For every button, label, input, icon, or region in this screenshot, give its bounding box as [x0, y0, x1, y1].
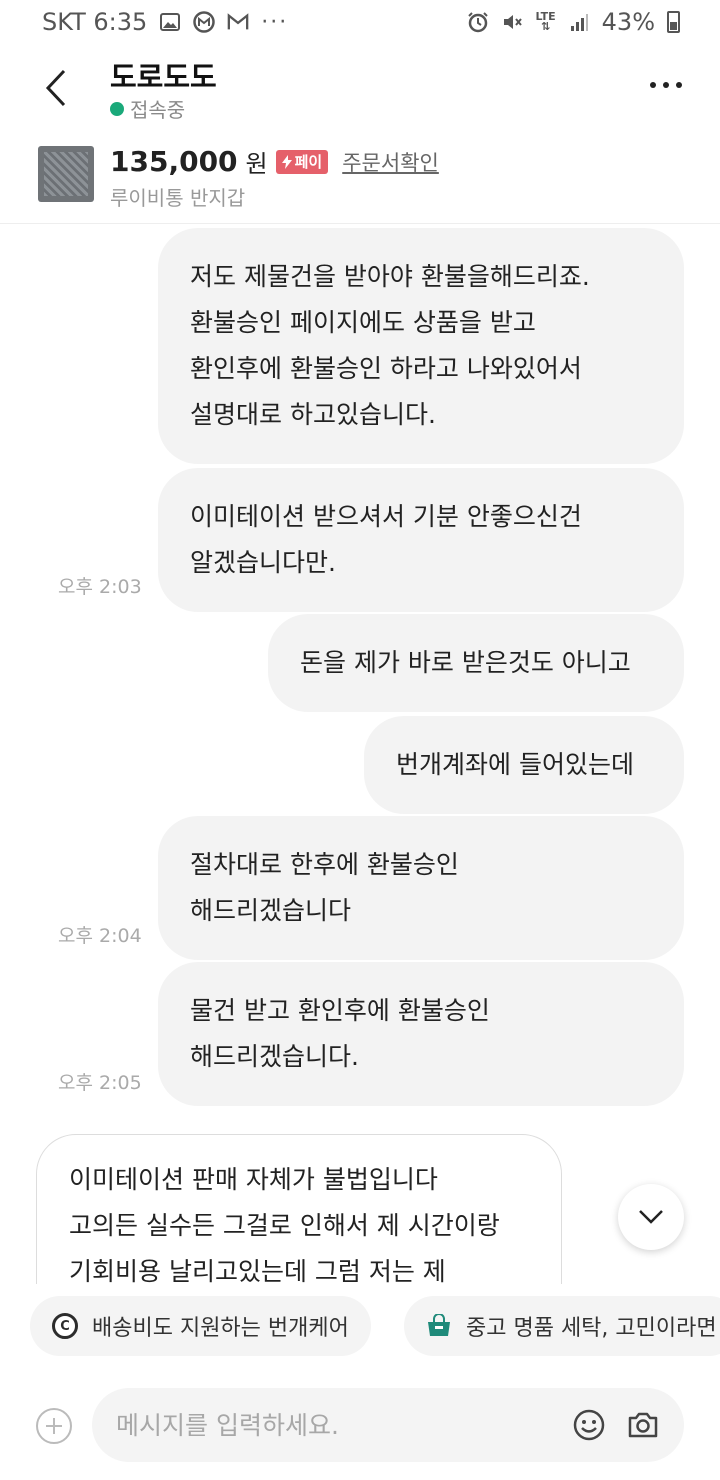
price-value: 135,000 — [110, 145, 238, 178]
camera-icon — [628, 1412, 658, 1438]
message-timestamp: 오후 2:03 — [58, 576, 142, 598]
chat-header: 도로도도 접속중 — [0, 48, 720, 134]
battery-icon — [667, 11, 680, 33]
chip-luxury-cleaning[interactable]: 중고 명품 세탁, 고민이라면 — [404, 1296, 720, 1356]
chip-label: 중고 명품 세탁, 고민이라면 — [466, 1316, 717, 1341]
message-input-bar — [0, 1380, 720, 1480]
chat-partner-name: 도로도도 — [110, 60, 217, 94]
signal-icon — [568, 11, 590, 33]
pay-badge: 페이 — [275, 149, 329, 174]
message-bubble: 번개계좌에 들어있는데 — [364, 716, 684, 814]
product-thumbnail[interactable] — [38, 146, 94, 202]
message-bubble: 돈을 제가 바로 받은것도 아니고 — [268, 614, 684, 712]
scroll-to-bottom-button[interactable] — [618, 1184, 684, 1250]
plus-icon — [46, 1418, 62, 1434]
alarm-icon — [467, 11, 489, 33]
message-bubble: 이미테이션 받으셔서 기분 안좋으신건 알겠습니다만. — [158, 468, 684, 612]
lightning-icon — [281, 154, 292, 169]
chat-messages[interactable]: 저도 제물건을 받아야 환불을해드리죠. 환불승인 페이지에도 상품을 받고 환… — [0, 224, 720, 1284]
gmail-icon — [227, 11, 249, 33]
message-input[interactable] — [116, 1402, 556, 1448]
back-button[interactable] — [38, 66, 74, 110]
product-bar[interactable]: 135,000 원 페이 주문서확인 루이비통 반지갑 — [0, 136, 720, 224]
camera-button[interactable] — [626, 1408, 660, 1442]
attach-button[interactable] — [36, 1408, 72, 1444]
incoming-message-bubble: 이미테이션 판매 자체가 불법입니다 고의든 실수든 그걸로 인해서 제 시간이… — [36, 1134, 562, 1284]
product-name: 루이비통 반지갑 — [110, 186, 246, 210]
online-status: 접속중 — [110, 94, 185, 123]
chip-bungae-care[interactable]: C 배송비도 지원하는 번개케어 — [30, 1296, 371, 1356]
shopping-bag-icon — [428, 1314, 450, 1336]
smile-icon — [573, 1409, 605, 1441]
image-icon — [159, 11, 181, 33]
online-status-label: 접속중 — [130, 98, 186, 122]
order-check-link[interactable]: 주문서확인 — [342, 147, 439, 177]
battery-percent: 43% — [601, 8, 655, 36]
more-horizontal-icon — [650, 82, 682, 88]
more-options-button[interactable] — [646, 70, 686, 100]
message-timestamp: 오후 2:05 — [58, 1072, 142, 1094]
message-bubble: 저도 제물건을 받아야 환불을해드리죠. 환불승인 페이지에도 상품을 받고 환… — [158, 228, 684, 464]
status-bar: SKT 6:35 ··· LTE ⇅ 43% — [0, 0, 720, 44]
message-input-box — [92, 1388, 684, 1462]
mute-icon — [501, 11, 523, 33]
carrier-time: SKT 6:35 — [42, 8, 148, 36]
lte-icon: LTE ⇅ — [535, 10, 556, 33]
suggestion-chips: C 배송비도 지원하는 번개케어 중고 명품 세탁, 고민이라면 — [0, 1284, 720, 1370]
more-notifications: ··· — [261, 9, 289, 35]
price-currency: 원 — [245, 150, 268, 178]
message-timestamp: 오후 2:04 — [58, 925, 142, 947]
product-price: 135,000 원 페이 주문서확인 — [110, 144, 439, 179]
c-circle-icon: C — [52, 1313, 78, 1339]
chevron-left-icon — [45, 69, 66, 107]
message-bubble: 물건 받고 환인후에 환불승인 해드리겠습니다. — [158, 962, 684, 1106]
chevron-down-icon — [639, 1210, 663, 1224]
online-dot-icon — [110, 101, 124, 116]
m-circle-icon — [193, 11, 216, 33]
chip-label: 배송비도 지원하는 번개케어 — [92, 1316, 349, 1341]
message-bubble: 절차대로 한후에 환불승인 해드리겠습니다 — [158, 816, 684, 960]
emoji-button[interactable] — [572, 1408, 606, 1442]
